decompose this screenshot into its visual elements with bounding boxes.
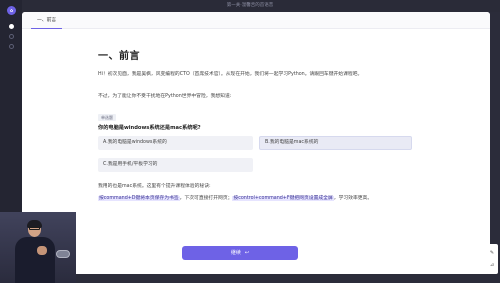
question-type-badge: 单选题: [98, 114, 116, 121]
shortcut-tip: 按command+D键将本页保存为书签，下次可直接打开网页；按control+c…: [98, 196, 373, 201]
pencil-icon[interactable]: ✎: [489, 250, 495, 256]
rail-nav-dot-1[interactable]: [9, 24, 14, 29]
question-intro: 不过，为了能让你不受干扰地在Python世界中冒险，我想知道:: [98, 94, 232, 99]
microphone-icon: [56, 250, 70, 258]
tab-bar: 一、前言: [22, 12, 490, 29]
intro-paragraph: Hi！初次见面，我是吴枫，风变编程的CTO（首席技术官）。从现在开始，我们将一起…: [98, 72, 363, 77]
rail-nav-dot-2[interactable]: [9, 34, 14, 39]
fullscreen-shortcut: 按control+command+F键把网页设置成全屏: [232, 196, 334, 201]
lesson-panel: 一、前言 一、前言 Hi！初次见面，我是吴枫，风变编程的CTO（首席技术官）。从…: [22, 12, 490, 274]
page-title: 一、前言: [98, 51, 140, 62]
pin-icon[interactable]: ⊿: [489, 262, 495, 268]
instructor-video: [0, 212, 76, 283]
enter-icon: ↩: [244, 250, 250, 256]
option-a[interactable]: A.我的电脑是windows系统的: [98, 136, 253, 150]
option-b[interactable]: B.我的电脑是mac系统的: [259, 136, 412, 150]
logo-icon[interactable]: ✿: [7, 6, 16, 15]
continue-button[interactable]: 继续 ↩: [182, 246, 298, 260]
tab-intro[interactable]: 一、前言: [31, 12, 63, 29]
rail-nav-dot-3[interactable]: [9, 44, 14, 49]
mac-tip-intro: 我用的也是mac系统。这里有个提升课程体验的秘诀:: [98, 184, 211, 189]
bookmark-shortcut: 按command+D键将本页保存为书签: [98, 196, 180, 201]
option-c[interactable]: C.我是用手机/平板学习的: [98, 158, 253, 172]
window-title: 第一关·温馨舌的首语音: [226, 3, 274, 8]
question-text: 你的电脑是windows系统还是mac系统呢?: [98, 125, 201, 131]
side-toolbar: ✎ ⊿: [486, 244, 498, 274]
